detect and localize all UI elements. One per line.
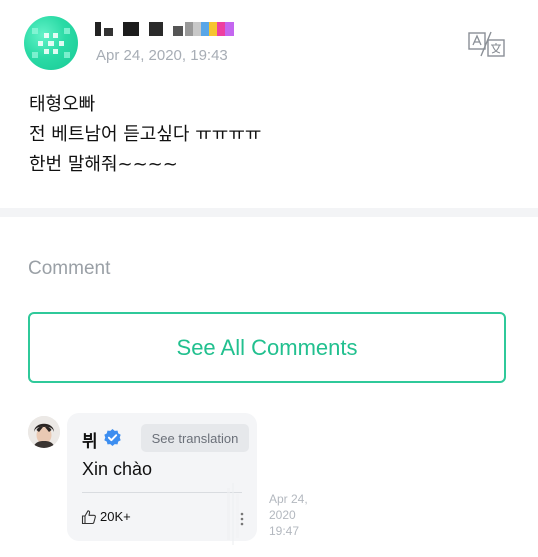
comment-time-date: Apr 24, xyxy=(269,492,308,506)
post-header: Apr 24, 2020, 19:43 xyxy=(0,0,538,90)
thumbs-up-icon[interactable] xyxy=(81,509,97,525)
post-content: 태형오빠 전 베트남어 듣고싶다 ㅠㅠㅠㅠ 한번 말해줘~~~~ xyxy=(29,90,509,180)
translate-icon[interactable] xyxy=(467,30,507,58)
post-timestamp: Apr 24, 2020, 19:43 xyxy=(96,47,228,64)
more-options-icon[interactable] xyxy=(240,511,244,527)
user-avatar[interactable] xyxy=(24,16,78,70)
comment-divider xyxy=(82,492,242,493)
section-divider xyxy=(0,208,538,217)
see-all-comments-button[interactable]: See All Comments xyxy=(28,312,506,383)
commenter-name[interactable]: 뷔 xyxy=(82,427,98,452)
comment-time-year: 2020 xyxy=(269,508,296,522)
post-line: 태형오빠 xyxy=(29,94,96,115)
author-name-pixelated xyxy=(95,18,234,36)
post-line: 전 베트남어 듣고싶다 ㅠㅠㅠㅠ xyxy=(29,124,262,145)
comment-section-label: Comment xyxy=(28,258,111,279)
post-line: 한번 말해줘~~~~ xyxy=(29,154,178,175)
verified-badge-icon xyxy=(103,428,122,447)
commenter-avatar[interactable] xyxy=(28,416,60,448)
see-translation-button[interactable]: See translation xyxy=(141,424,249,452)
comment-time-clock: 19:47 xyxy=(269,524,300,538)
like-count: 20K+ xyxy=(100,509,131,524)
comment-text: Xin chào xyxy=(82,459,153,479)
comment-timestamp: Apr 24, 2020 19:47 xyxy=(269,491,329,539)
